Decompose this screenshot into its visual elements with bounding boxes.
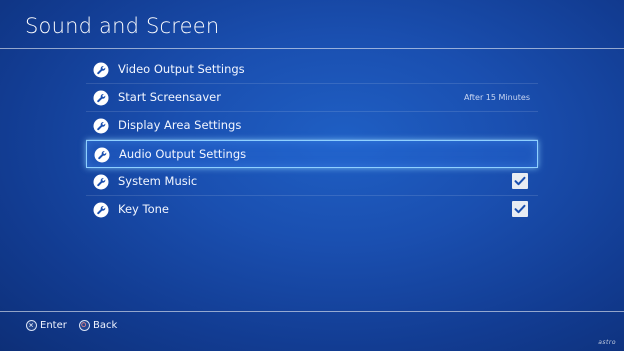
title-bar: Sound and Screen xyxy=(0,0,624,46)
circle-button-icon xyxy=(79,319,90,331)
footer-divider xyxy=(0,311,624,312)
wrench-icon xyxy=(93,174,109,190)
menu-item-video-output-settings[interactable]: Video Output Settings xyxy=(86,56,538,84)
enter-button[interactable]: Enter xyxy=(26,318,67,332)
menu-item-label: Audio Output Settings xyxy=(119,147,247,161)
wrench-icon xyxy=(94,147,110,163)
menu-item-label: Key Tone xyxy=(118,202,169,216)
menu-item-label: Video Output Settings xyxy=(118,62,245,76)
settings-menu: Video Output Settings Start Screensaver … xyxy=(86,56,538,224)
menu-item-label: System Music xyxy=(118,174,198,188)
system-music-checkbox[interactable] xyxy=(512,173,528,189)
back-button[interactable]: Back xyxy=(79,318,117,332)
menu-item-display-area-settings[interactable]: Display Area Settings xyxy=(86,112,538,140)
page-title: Sound and Screen xyxy=(25,14,220,38)
menu-item-label: Start Screensaver xyxy=(118,90,221,104)
checkmark-icon xyxy=(514,176,526,186)
menu-item-key-tone[interactable]: Key Tone xyxy=(86,196,538,224)
screensaver-value: After 15 Minutes xyxy=(464,93,530,102)
back-label: Back xyxy=(93,319,118,331)
title-divider xyxy=(0,48,624,49)
cross-button-icon xyxy=(26,319,37,331)
wrench-icon xyxy=(93,202,109,218)
watermark-logo: astro xyxy=(598,339,616,346)
menu-item-audio-output-settings[interactable]: Audio Output Settings xyxy=(86,140,538,168)
wrench-icon xyxy=(93,62,109,78)
menu-item-label: Display Area Settings xyxy=(118,118,242,132)
wrench-icon xyxy=(93,118,109,134)
checkmark-icon xyxy=(514,204,526,214)
wrench-icon xyxy=(93,90,109,106)
key-tone-checkbox[interactable] xyxy=(512,201,528,217)
enter-label: Enter xyxy=(40,319,67,331)
menu-item-start-screensaver[interactable]: Start Screensaver After 15 Minutes xyxy=(86,84,538,112)
menu-item-system-music[interactable]: System Music xyxy=(86,168,538,196)
